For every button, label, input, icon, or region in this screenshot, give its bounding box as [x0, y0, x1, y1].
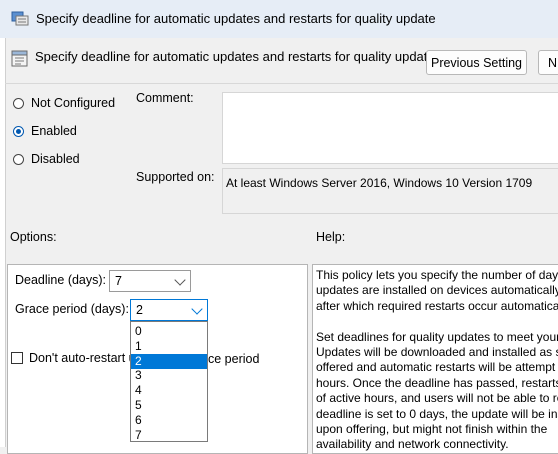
setting-icon — [11, 50, 28, 67]
radio-circle-checked — [13, 125, 24, 137]
no-auto-restart-checkbox[interactable] — [11, 352, 23, 364]
deadline-select[interactable]: 7 — [109, 270, 191, 292]
help-line: deadline is set to 0 days, the update wi… — [316, 406, 558, 421]
help-line: offered and automatic restarts will be a… — [316, 360, 556, 375]
comment-textarea[interactable] — [222, 92, 558, 164]
help-line: upon offering, but might not finish with… — [316, 422, 548, 437]
help-line — [316, 314, 558, 329]
help-line: Updates will be downloaded and installed… — [316, 345, 558, 360]
dropdown-option[interactable]: 1 — [131, 339, 207, 354]
comment-label: Comment: — [136, 91, 194, 105]
radio-label: Enabled — [31, 124, 77, 138]
radio-label: Not Configured — [31, 96, 116, 110]
radio-circle — [13, 153, 24, 165]
options-label: Options: — [10, 230, 57, 244]
chevron-down-icon — [174, 274, 186, 286]
previous-setting-button[interactable]: Previous Setting — [426, 50, 527, 75]
dropdown-option[interactable]: 7 — [131, 428, 207, 443]
no-auto-restart-checkbox-row[interactable]: Don't auto-restart u — [11, 351, 136, 365]
radio-enabled[interactable]: Enabled — [13, 124, 77, 138]
dropdown-option[interactable]: 3 — [131, 368, 207, 383]
help-line: This policy lets you specify the number … — [316, 268, 558, 282]
chevron-down-icon — [191, 303, 203, 315]
window-title: Specify deadline for automatic updates a… — [36, 11, 436, 26]
dropdown-option[interactable]: 4 — [131, 383, 207, 398]
grace-period-dropdown: 01234567 — [130, 321, 208, 442]
grace-period-value: 2 — [136, 303, 143, 317]
radio-circle — [13, 97, 24, 109]
setting-title: Specify deadline for automatic updates a… — [35, 49, 435, 64]
dropdown-option[interactable]: 6 — [131, 413, 207, 428]
help-line: of active hours, and users will not be a… — [316, 391, 558, 406]
help-line: Set deadlines for quality updates to mee… — [316, 329, 558, 344]
radio-label: Disabled — [31, 152, 80, 166]
help-text: This policy lets you specify the number … — [316, 268, 558, 453]
supported-on-value: At least Windows Server 2016, Windows 10… — [226, 176, 533, 190]
background-window-edge — [0, 0, 6, 447]
help-line: after which required restarts occur auto… — [316, 298, 558, 313]
supported-on-box — [222, 168, 558, 214]
deadline-label: Deadline (days): — [15, 273, 107, 287]
checkbox-label-end: ce period — [208, 352, 260, 366]
dropdown-option[interactable]: 0 — [131, 324, 207, 339]
grace-period-label: Grace period (days): — [15, 302, 129, 316]
help-line: updates are installed on devices automat… — [316, 283, 558, 298]
help-line: availability and network connectivity. — [316, 437, 509, 452]
help-line: hours. Once the deadline has passed, res… — [316, 375, 558, 390]
supported-on-label: Supported on: — [136, 170, 215, 184]
dropdown-option[interactable]: 2 — [131, 353, 207, 369]
deadline-value: 7 — [115, 274, 122, 288]
radio-not-configured[interactable]: Not Configured — [13, 96, 115, 110]
next-setting-button[interactable]: N — [538, 50, 558, 75]
radio-disabled[interactable]: Disabled — [13, 152, 80, 166]
header-divider — [5, 83, 558, 84]
checkbox-label-start: Don't auto-restart u — [29, 351, 136, 365]
dropdown-option[interactable]: 5 — [131, 398, 207, 413]
grace-period-select[interactable]: 2 — [130, 299, 208, 321]
help-label: Help: — [316, 230, 346, 244]
policy-app-icon — [11, 11, 29, 26]
